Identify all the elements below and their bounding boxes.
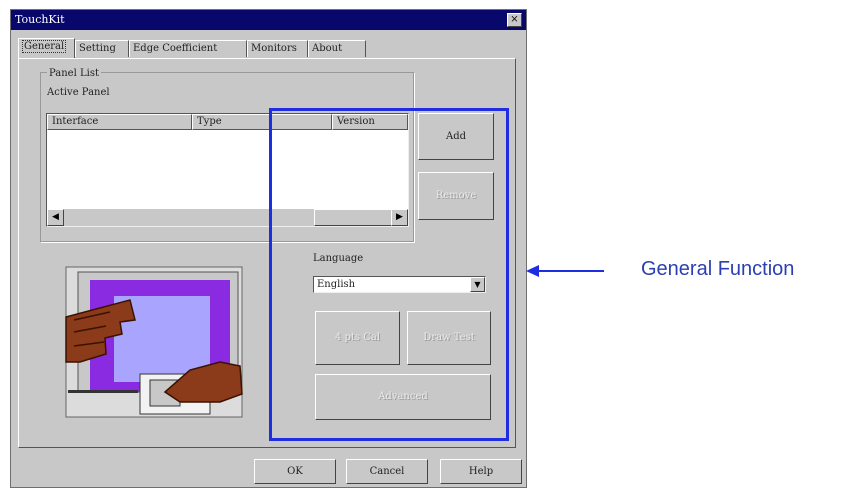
general-function-label: General Function: [641, 258, 795, 280]
ok-button[interactable]: OK: [254, 459, 336, 484]
arrow-line: [538, 270, 604, 272]
close-icon[interactable]: ×: [507, 13, 522, 27]
tab-general[interactable]: General: [18, 38, 75, 58]
title-bar: TouchKit ×: [11, 10, 526, 30]
window-title: TouchKit: [15, 13, 65, 26]
tab-setting[interactable]: Setting: [75, 40, 129, 57]
help-button[interactable]: Help: [440, 459, 522, 484]
touch-hand-illustration: [65, 266, 243, 418]
cancel-button[interactable]: Cancel: [346, 459, 428, 484]
column-interface[interactable]: Interface: [47, 114, 192, 130]
general-function-highlight: [269, 108, 509, 441]
active-panel-label: Active Panel: [47, 87, 110, 98]
tab-monitors[interactable]: Monitors: [247, 40, 308, 57]
tab-about[interactable]: About: [308, 40, 366, 57]
panel-list-label: Panel List: [47, 68, 101, 79]
scroll-left-icon[interactable]: ◀: [47, 209, 64, 226]
tab-edge-coefficient[interactable]: Edge Coefficient: [129, 40, 247, 57]
